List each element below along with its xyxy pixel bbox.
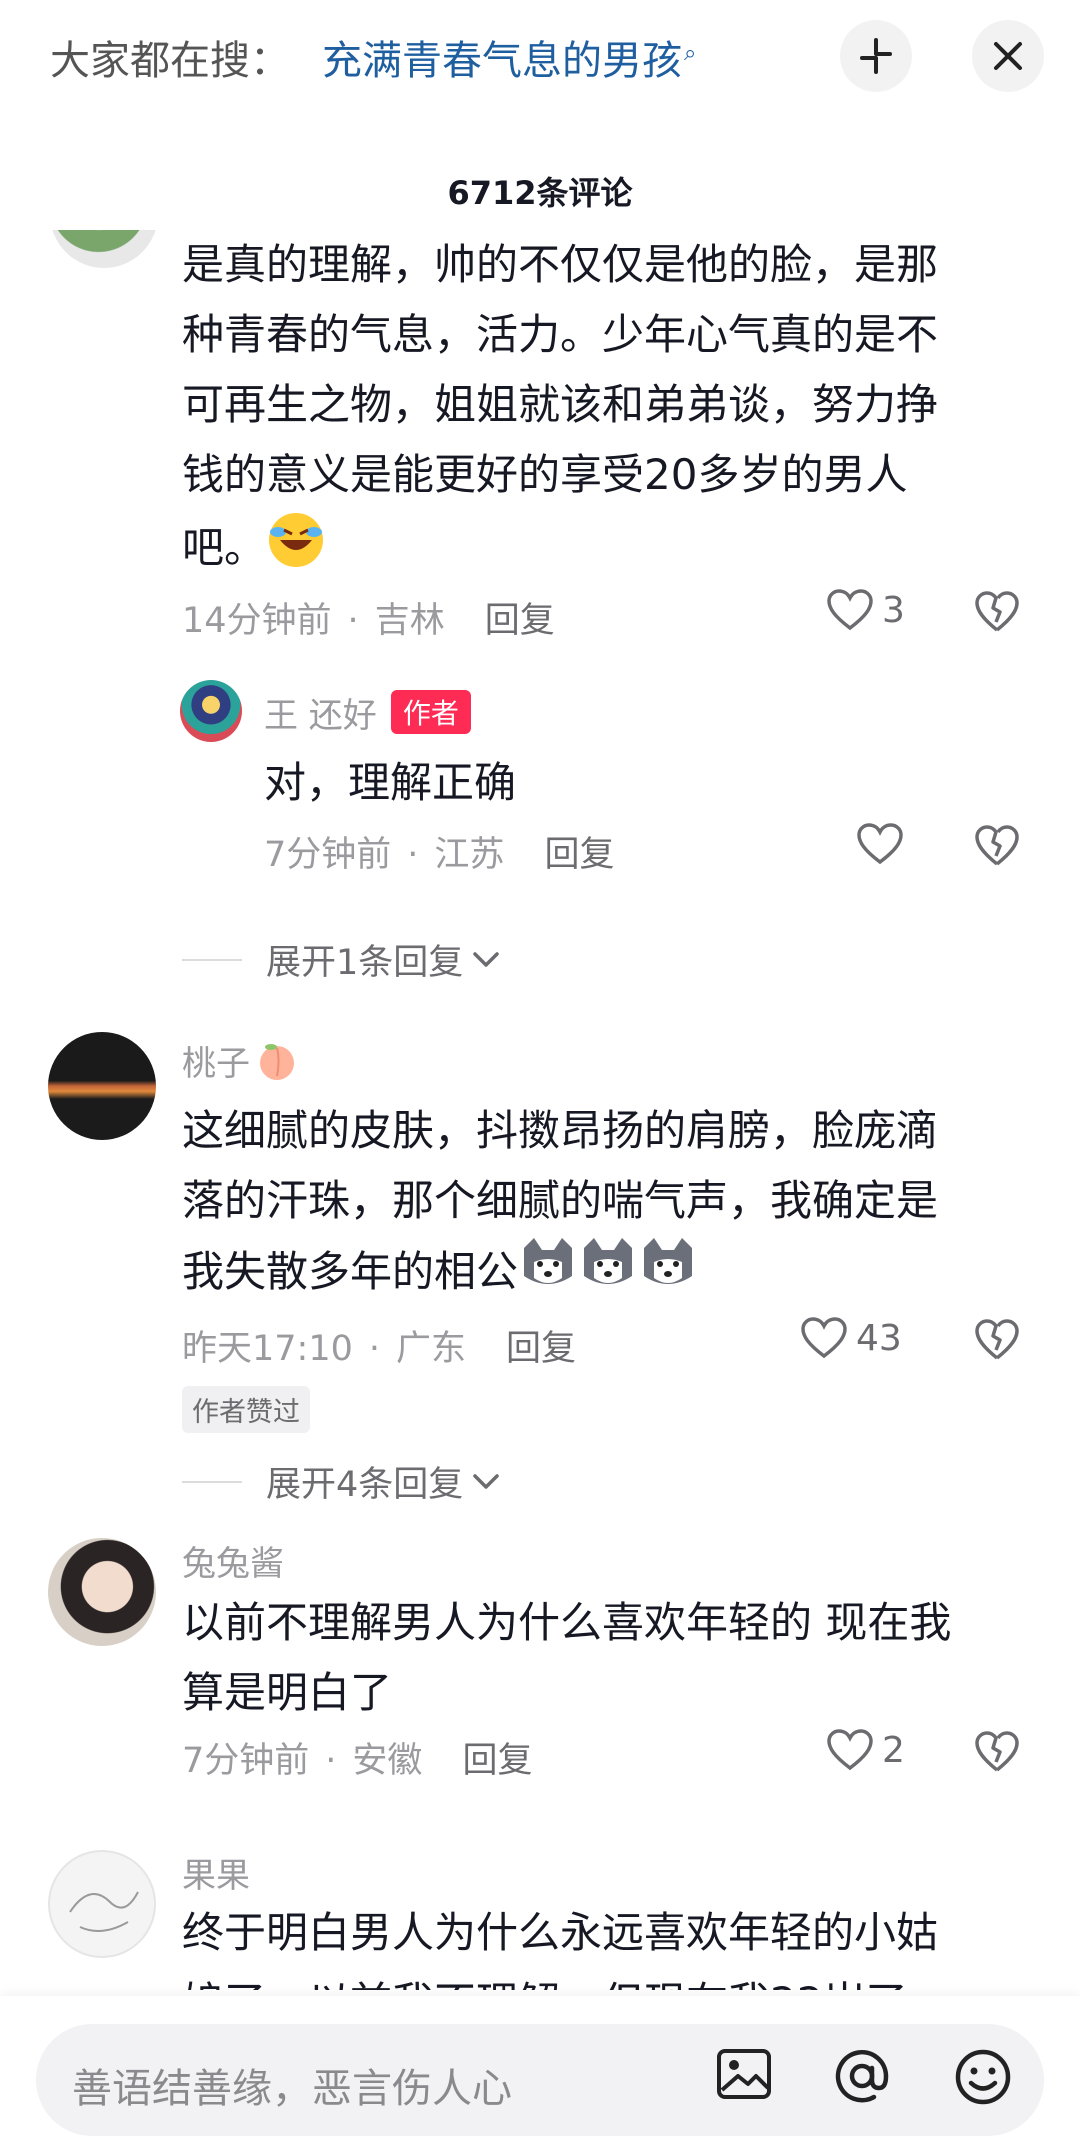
dislike-button[interactable] [974, 590, 1020, 638]
like-button[interactable]: 3 [826, 588, 905, 632]
heart-icon [827, 589, 873, 631]
comment-username: 果果 [182, 1856, 250, 1896]
emoji-button[interactable] [954, 2048, 1012, 2110]
comment-line: 是真的理解，帅的不仅仅是他的脸，是那 [182, 240, 939, 289]
reply-button[interactable]: 回复 [544, 835, 614, 875]
like-count: 43 [856, 1317, 902, 1359]
reply-button[interactable]: 回复 [462, 1741, 532, 1781]
comment-input-bar: 善语结善缘，恶言伤人心 [0, 1996, 1080, 2152]
comment-line: 以前不理解男人为什么喜欢年轻的 现在我 [182, 1598, 952, 1647]
laughing-emoji-icon [266, 510, 326, 591]
mention-button[interactable] [834, 2048, 890, 2108]
heart-icon [801, 1317, 847, 1359]
top-bar: 大家都在搜： 充满青春气息的男孩⌕ [0, 0, 1080, 120]
search-suggestion-link[interactable]: 充满青春气息的男孩⌕ [322, 28, 696, 86]
broken-heart-icon [975, 825, 1019, 866]
comment-time: 昨天17:10 [182, 1329, 353, 1369]
comment-text: 是真的理解，帅的不仅仅是他的脸，是那 种青春的气息，活力。少年心气真的是不 可再… [182, 230, 1002, 591]
comment-line: 算是明白了 [182, 1668, 393, 1717]
author-liked-badge: 作者赞过 [182, 1386, 310, 1433]
comment-text: 以前不理解男人为什么喜欢年轻的 现在我 算是明白了 [182, 1588, 1022, 1728]
expand-label: 展开1条回复 [266, 943, 464, 983]
close-icon [994, 42, 1022, 70]
image-icon [717, 2049, 771, 2099]
reply-dislike-button[interactable] [974, 824, 1020, 872]
comment-line: 落的汗珠，那个细腻的喘气声，我确定是 [182, 1176, 939, 1225]
like-button[interactable]: 2 [826, 1728, 905, 1772]
comment-input-placeholder: 善语结善缘，恶言伤人心 [72, 2066, 512, 2112]
expand-replies-button[interactable]: 展开1条回复 [182, 934, 501, 985]
broken-heart-icon [975, 1319, 1019, 1360]
reply-meta: 7分钟前 · 江苏 回复 [264, 835, 615, 875]
image-button[interactable] [716, 2048, 772, 2104]
comment-time: 7分钟前 [182, 1741, 310, 1781]
at-icon [835, 2049, 889, 2103]
comment-user[interactable]: 桃子 [182, 1036, 298, 1091]
comment-username: 兔兔酱 [182, 1544, 284, 1584]
comment-line: 终于明白男人为什么永远喜欢年轻的小姑 [182, 1908, 939, 1957]
comment-location: 广东 [396, 1329, 467, 1369]
comment-line: 种青春的气息，活力。少年心气真的是不 [182, 310, 939, 359]
collapse-icon [860, 38, 892, 74]
divider [182, 958, 242, 961]
comment-list[interactable]: 是真的理解，帅的不仅仅是他的脸，是那 种青春的气息，活力。少年心气真的是不 可再… [0, 230, 1080, 1990]
comment-line: 娘了，以前我不理解，但现在我22岁了 [182, 1968, 1022, 1990]
avatar-sketch-icon [69, 1891, 139, 1932]
author-badge: 作者 [390, 690, 471, 734]
comment-location: 吉林 [374, 601, 445, 641]
reply-like-button[interactable] [856, 822, 912, 866]
comment-meta: 7分钟前 · 安徽 回复 [182, 1741, 533, 1781]
reply-location: 江苏 [434, 835, 505, 875]
avatar[interactable] [48, 1538, 156, 1646]
avatar[interactable] [50, 230, 158, 268]
expand-replies-button[interactable]: 展开4条回复 [182, 1456, 501, 1507]
smiley-icon [955, 2049, 1011, 2105]
like-count: 3 [882, 589, 905, 631]
comment-line: 吧。 [182, 523, 267, 572]
dislike-button[interactable] [974, 1318, 1020, 1366]
comment-meta: 昨天17:10 · 广东 回复 [182, 1329, 577, 1369]
search-suggestion-label: 大家都在搜： [50, 38, 290, 84]
reply-username: 王 还好 [264, 696, 377, 736]
comment-line: 钱的意义是能更好的享受20多岁的男人 [182, 450, 908, 499]
comment-meta: 14分钟前 · 吉林 回复 [182, 601, 555, 641]
like-button[interactable]: 43 [800, 1316, 902, 1360]
peach-emoji-icon [256, 1040, 298, 1091]
reply-time: 7分钟前 [264, 835, 392, 875]
comment-user[interactable]: 兔兔酱 [182, 1536, 284, 1585]
dislike-button[interactable] [974, 1730, 1020, 1778]
comment-time: 14分钟前 [182, 601, 332, 641]
comment-text: 这细腻的皮肤，抖擞昂扬的肩膀，脸庞滴 落的汗珠，那个细腻的喘气声，我确定是 我失… [182, 1096, 1002, 1313]
broken-heart-icon [975, 1731, 1019, 1772]
close-button[interactable] [972, 20, 1044, 92]
reply-avatar[interactable] [180, 680, 242, 742]
reply-button[interactable]: 回复 [506, 1329, 576, 1369]
chevron-down-icon [473, 951, 500, 967]
search-suggestion-text: 充满青春气息的男孩 [322, 38, 682, 84]
search-icon: ⌕ [684, 40, 697, 66]
avatar[interactable] [48, 1032, 156, 1140]
reply-button[interactable]: 回复 [485, 601, 555, 641]
comment-text: 终于明白男人为什么永远喜欢年轻的小姑 娘了，以前我不理解，但现在我22岁了 [182, 1898, 1022, 1990]
like-count: 2 [882, 1729, 905, 1771]
heart-icon [827, 1729, 873, 1771]
comment-line: 我失散多年的相公 [182, 1247, 519, 1296]
collapse-button[interactable] [840, 20, 912, 92]
heart-icon [857, 823, 903, 865]
comment-line: 可再生之物，姐姐就该和弟弟谈，努力挣 [182, 380, 939, 429]
husky-emoji-icon [518, 1236, 698, 1313]
comment-user[interactable]: 果果 [182, 1848, 250, 1897]
broken-heart-icon [975, 591, 1019, 632]
divider [182, 1480, 242, 1483]
comment-username: 桃子 [182, 1044, 250, 1084]
avatar[interactable] [48, 1850, 156, 1958]
reply-text: 对，理解正确 [264, 758, 517, 807]
comment-count: 6712条评论 [447, 174, 633, 212]
chevron-down-icon [473, 1473, 500, 1489]
expand-label: 展开4条回复 [266, 1465, 464, 1505]
reply-user[interactable]: 王 还好 作者 [264, 688, 471, 737]
comment-line: 这细腻的皮肤，抖擞昂扬的肩膀，脸庞滴 [182, 1106, 939, 1155]
comment-location: 安徽 [352, 1741, 423, 1781]
